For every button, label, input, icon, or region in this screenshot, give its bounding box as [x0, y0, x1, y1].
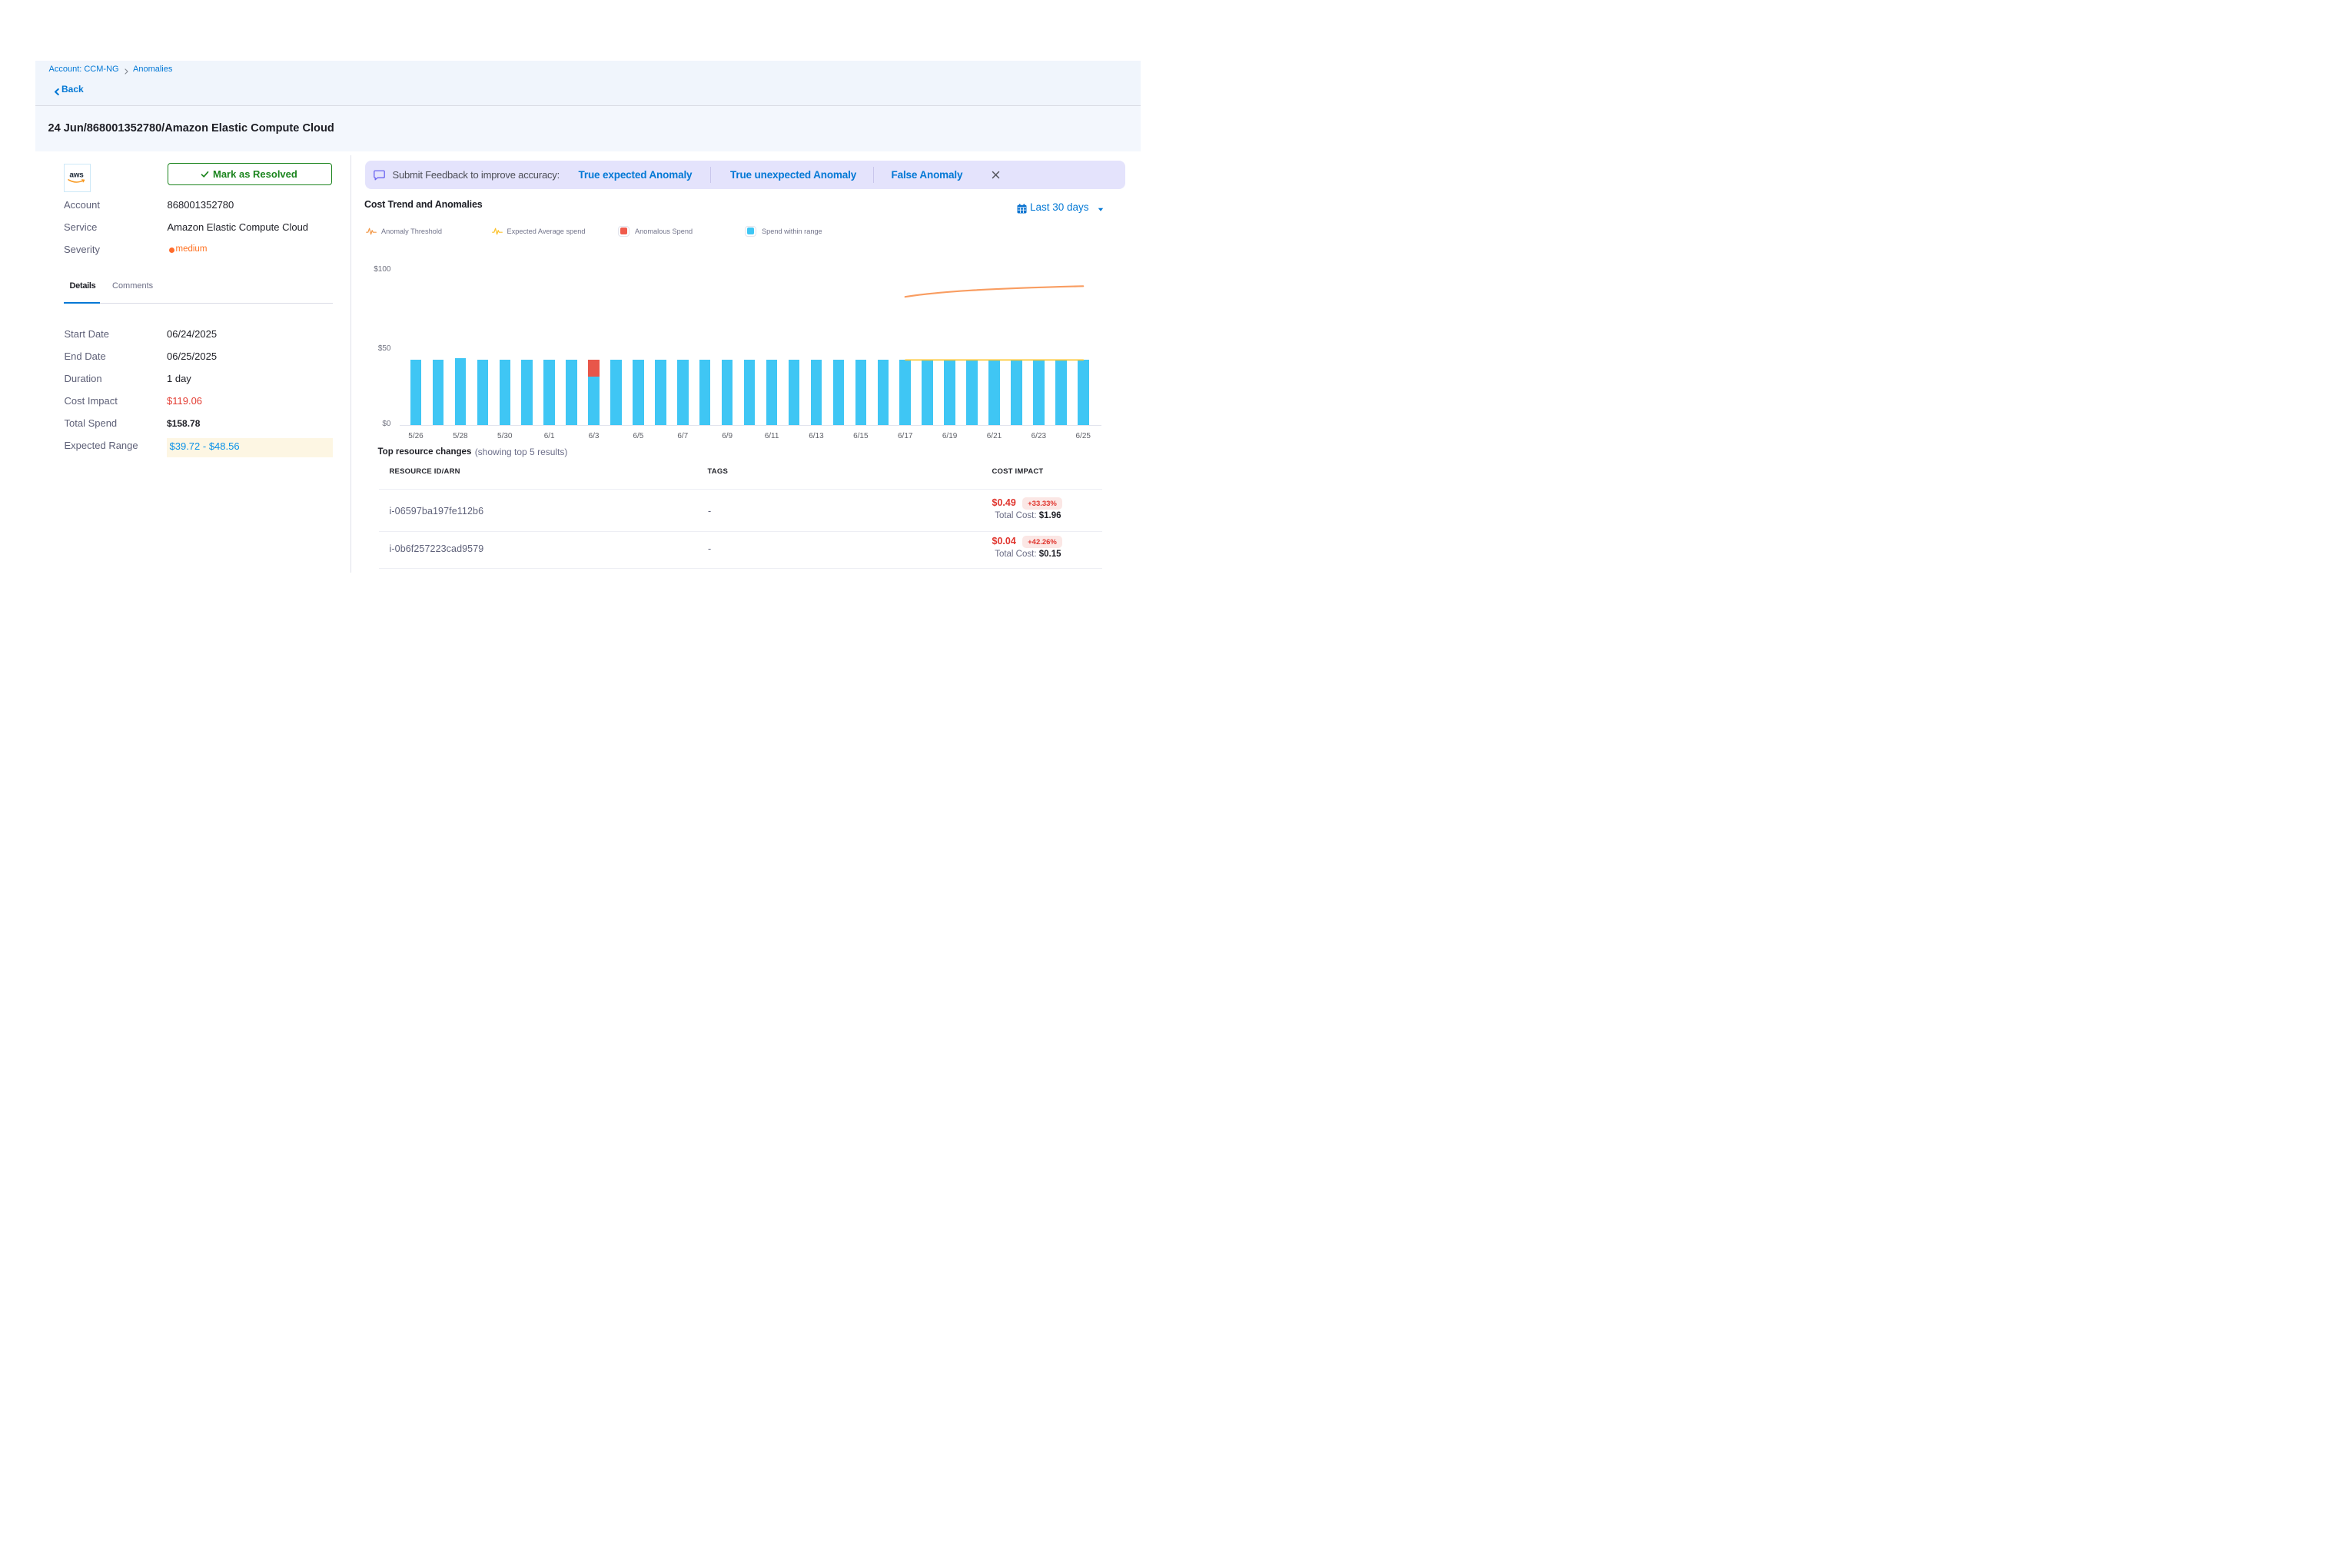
svg-text:aws: aws — [69, 171, 84, 179]
